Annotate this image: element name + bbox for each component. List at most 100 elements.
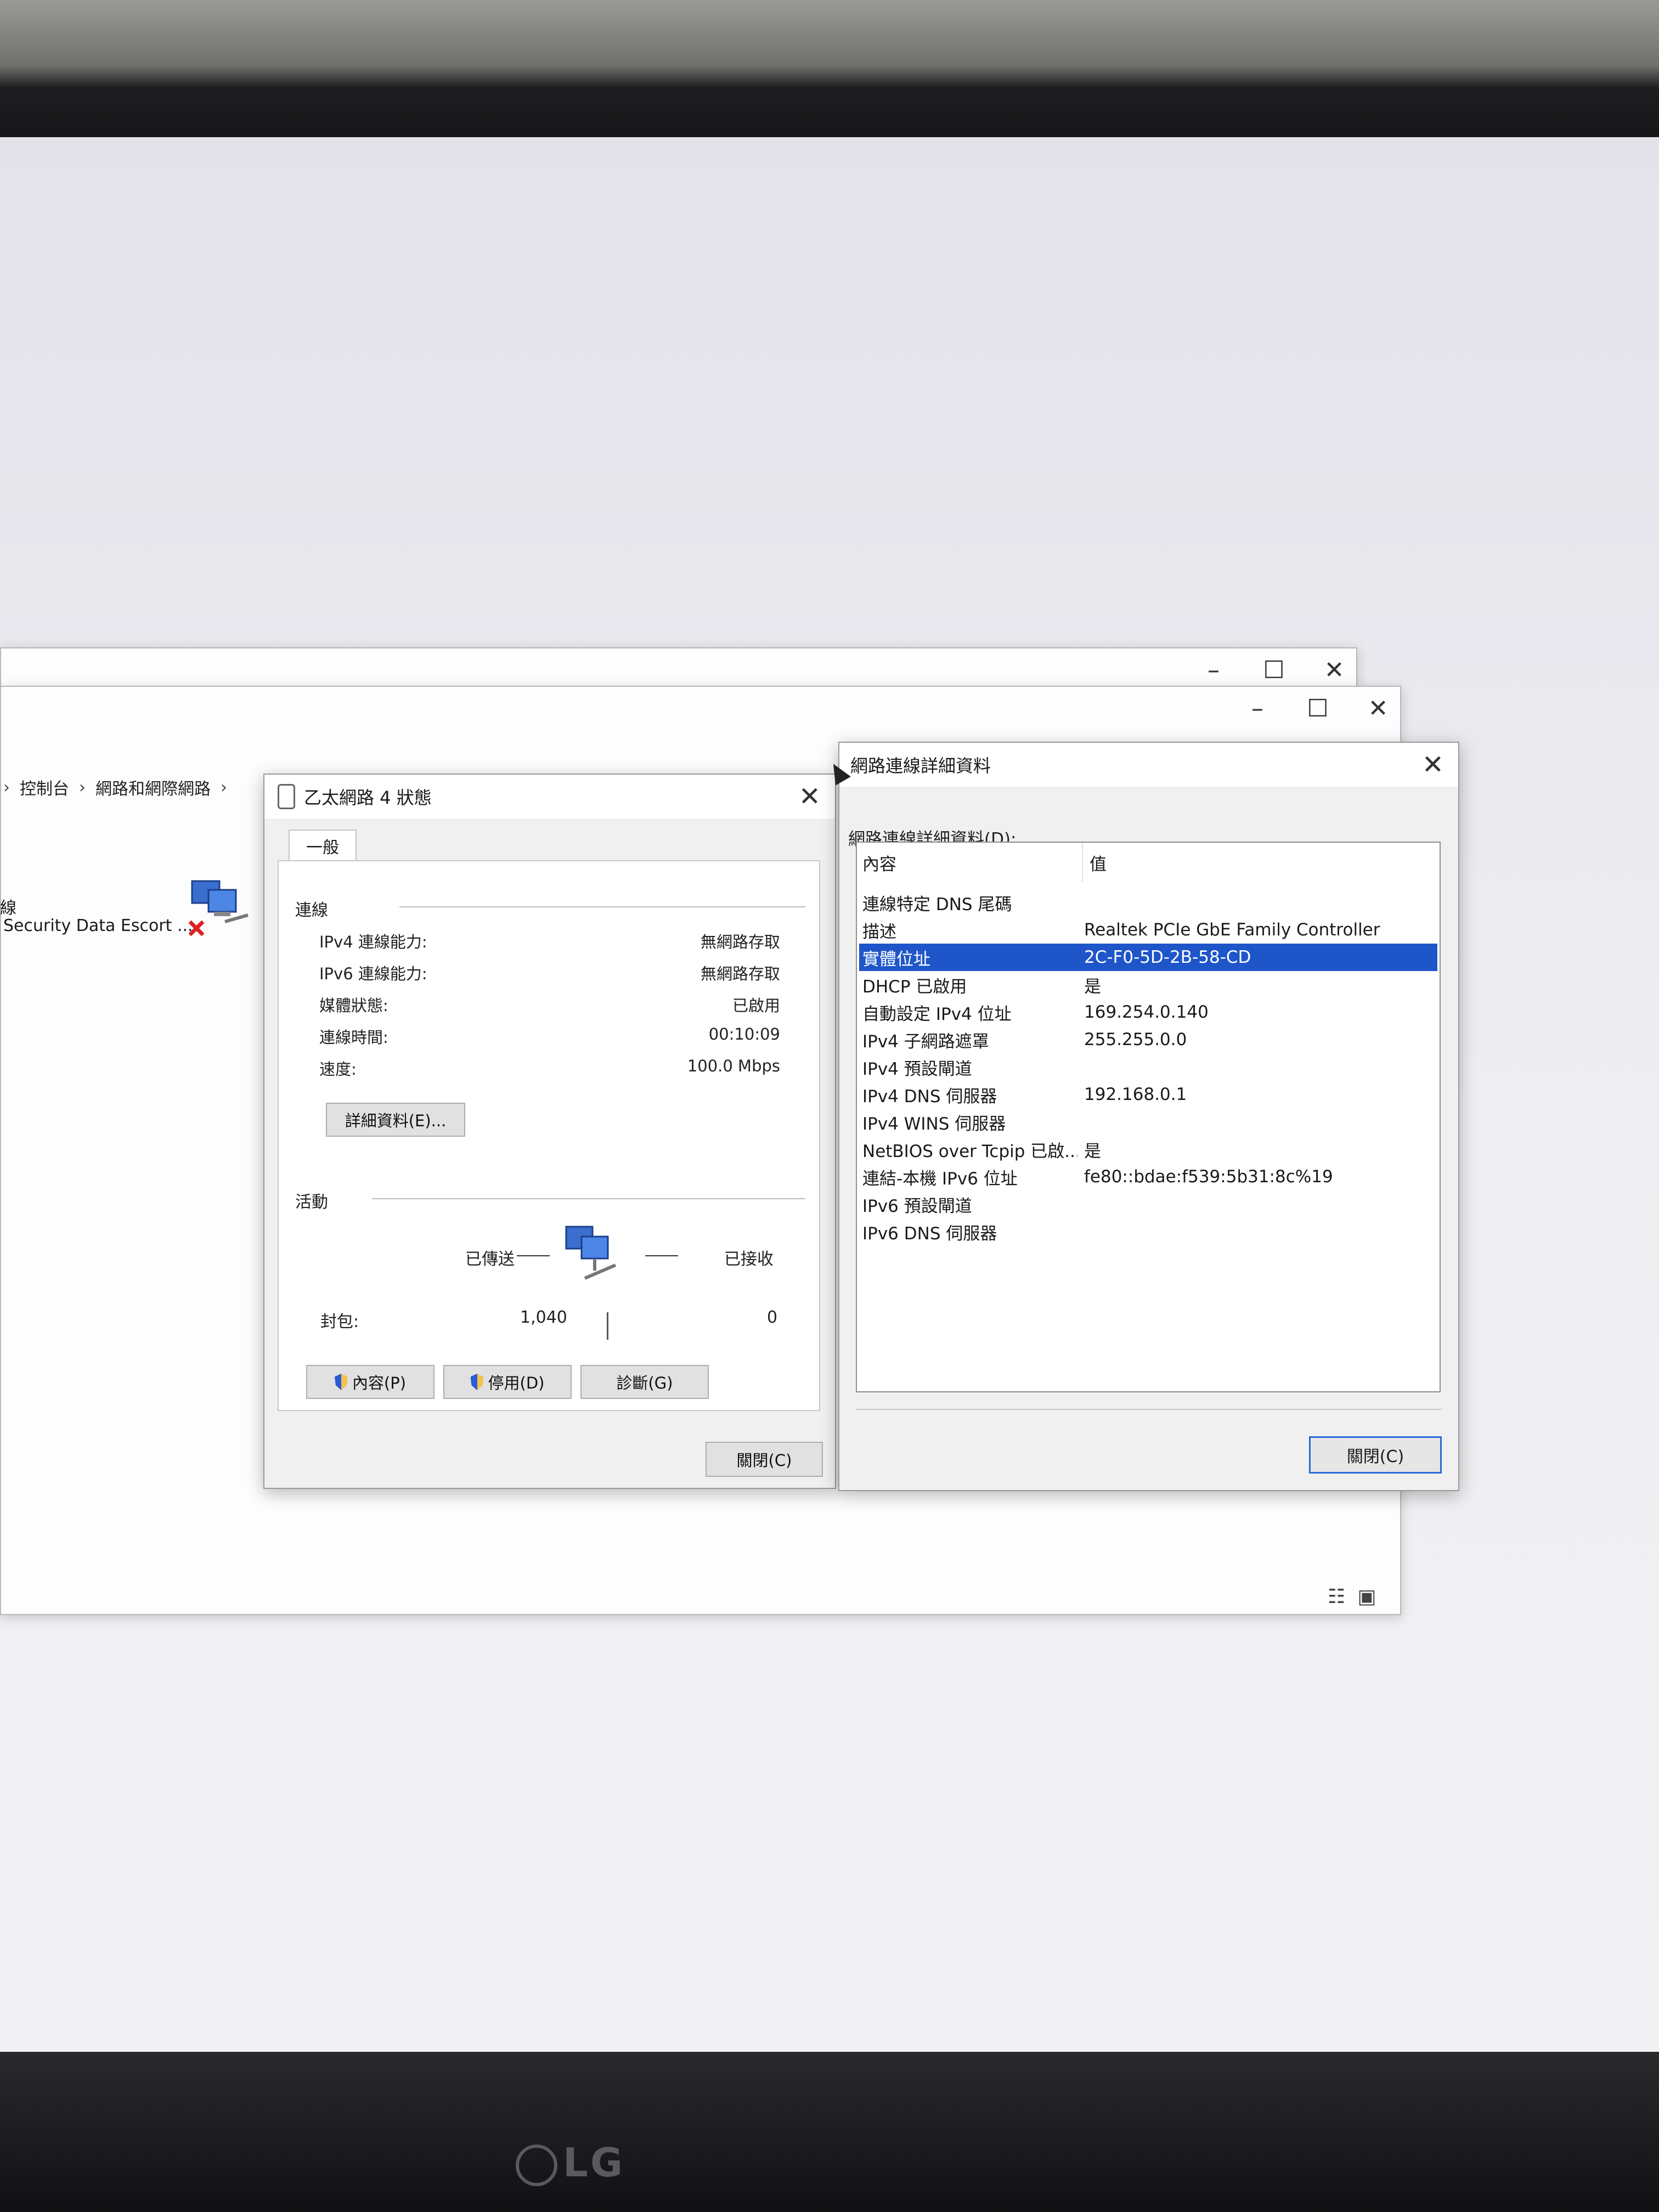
duration-row: 連線時間: 00:10:09 — [319, 1025, 780, 1048]
button-label: 停用(D) — [488, 1374, 545, 1392]
tab-general[interactable]: 一般 — [289, 830, 357, 861]
column-header-property[interactable]: 內容 — [857, 843, 1083, 882]
ipv4-connectivity-row: IPv4 連線能力: 無網路存取 — [319, 929, 780, 952]
row-value: 100.0 Mbps — [687, 1057, 780, 1075]
breadcrumb-network-internet[interactable]: 網路和網際網路 — [95, 775, 211, 799]
activity-divider — [607, 1312, 608, 1340]
row-label: IPv4 連線能力: — [319, 933, 427, 951]
monitor-bottom-bezel — [0, 2052, 1659, 2212]
property-cell: IPv4 預設閘道 — [862, 1059, 972, 1079]
packets-received-value: 0 — [767, 1308, 778, 1327]
value-cell: 2C-F0-5D-2B-58-CD — [1084, 947, 1251, 967]
properties-button[interactable]: 內容(P) — [306, 1365, 435, 1399]
large-icons-view-icon[interactable]: ▣ — [1357, 1585, 1376, 1608]
chevron-right-icon: › — [79, 777, 86, 797]
breadcrumb: › 控制台 › 網路和網際網路 › — [0, 768, 289, 806]
value-cell: 是 — [1084, 977, 1101, 997]
divider — [399, 906, 805, 907]
close-icon[interactable]: ✕ — [1422, 749, 1444, 780]
dialog-title: 乙太網路 4 狀態 — [304, 787, 432, 808]
ethernet-status-dialog: 乙太網路 4 狀態 ✕ 一般 連線 IPv4 連線能力: 無網路存取 IPv6 … — [263, 774, 836, 1489]
property-cell: IPv4 子網路遮罩 — [862, 1031, 989, 1052]
ipv6-connectivity-row: IPv6 連線能力: 無網路存取 — [319, 961, 780, 984]
list-header: 內容 值 — [857, 843, 1440, 882]
details-list[interactable]: 內容 值 連線特定 DNS 尾碼 描述 Realtek PCIe GbE Fam… — [856, 842, 1441, 1392]
list-item[interactable]: 自動設定 IPv4 位址 169.254.0.140 — [859, 998, 1437, 1026]
packets-sent-value: 1,040 — [520, 1308, 567, 1327]
monitor-top-bezel — [0, 0, 1659, 148]
column-header-value[interactable]: 值 — [1083, 843, 1107, 882]
details-view-icon[interactable]: ☷ — [1328, 1585, 1345, 1608]
list-item[interactable]: IPv6 預設閘道 — [859, 1190, 1437, 1218]
property-cell: 連結-本機 IPv6 位址 — [862, 1169, 1018, 1189]
received-line — [645, 1255, 678, 1256]
network-disconnected-icon — [188, 880, 249, 936]
list-item[interactable]: IPv4 WINS 伺服器 — [859, 1108, 1437, 1136]
value-cell: 255.255.0.0 — [1084, 1030, 1187, 1049]
list-item[interactable]: DHCP 已啟用 是 — [859, 971, 1437, 998]
list-item[interactable]: 連線特定 DNS 尾碼 — [859, 889, 1437, 916]
property-cell: 實體位址 — [862, 949, 930, 969]
list-item[interactable]: IPv4 預設閘道 — [859, 1053, 1437, 1081]
close-icon[interactable]: ✕ — [1367, 695, 1389, 723]
packets-label: 封包: — [320, 1312, 359, 1331]
divider — [856, 1409, 1442, 1410]
minimize-icon[interactable]: – — [1203, 656, 1224, 684]
tab-bar: 一般 — [264, 830, 835, 861]
network-details-dialog: 網路連線詳細資料 ✕ 網路連線詳細資料(D): 內容 值 連線特定 DNS 尾碼… — [838, 742, 1459, 1491]
media-state-row: 媒體狀態: 已啟用 — [319, 993, 780, 1016]
adapter-name: 線 — [0, 899, 16, 918]
dialog-titlebar: 網路連線詳細資料 ✕ — [839, 743, 1458, 787]
maximize-icon[interactable]: ☐ — [1263, 656, 1285, 684]
minimize-icon[interactable]: – — [1246, 695, 1268, 723]
activity-group-label: 活動 — [295, 1193, 328, 1212]
property-cell: DHCP 已啟用 — [862, 977, 967, 997]
list-item[interactable]: 描述 Realtek PCIe GbE Family Controller — [859, 916, 1437, 944]
row-label: 速度: — [319, 1060, 357, 1079]
property-cell: NetBIOS over Tcpip 已啟... — [862, 1141, 1077, 1161]
value-cell: fe80::bdae:f539:5b31:8c%19 — [1084, 1167, 1333, 1187]
list-item[interactable]: 連結-本機 IPv6 位址 fe80::bdae:f539:5b31:8c%19 — [859, 1163, 1437, 1190]
close-icon[interactable]: ✕ — [1323, 656, 1345, 684]
brand-text: LG — [563, 2140, 625, 2186]
received-label: 已接收 — [724, 1250, 774, 1269]
value-cell: 是 — [1084, 1141, 1101, 1161]
details-button[interactable]: 詳細資料(E)... — [326, 1103, 465, 1137]
chevron-right-icon: › — [3, 777, 10, 797]
general-panel: 連線 IPv4 連線能力: 無網路存取 IPv6 連線能力: 無網路存取 媒體狀… — [278, 860, 820, 1411]
dialog-titlebar: 乙太網路 4 狀態 ✕ — [264, 775, 835, 819]
property-cell: IPv6 DNS 伺服器 — [862, 1223, 997, 1244]
list-item[interactable]: IPv4 DNS 伺服器 192.168.0.1 — [859, 1081, 1437, 1108]
close-icon[interactable]: ✕ — [799, 781, 821, 812]
breadcrumb-control-panel[interactable]: 控制台 — [20, 775, 69, 799]
dialog-title: 網路連線詳細資料 — [850, 755, 991, 776]
monitor-logo: LG — [516, 2140, 625, 2187]
row-value: 無網路存取 — [700, 933, 780, 951]
speed-row: 速度: 100.0 Mbps — [319, 1057, 780, 1080]
value-cell: Realtek PCIe GbE Family Controller — [1084, 920, 1380, 940]
caption-buttons: – ☐ ✕ — [1246, 695, 1389, 723]
list-item[interactable]: IPv4 子網路遮罩 255.255.0.0 — [859, 1026, 1437, 1053]
diagnose-button[interactable]: 診斷(G) — [580, 1365, 709, 1399]
lg-logo-icon — [516, 2145, 557, 2187]
row-value: 已啟用 — [732, 996, 780, 1015]
connection-group-label: 連線 — [295, 901, 328, 920]
sent-line — [517, 1255, 550, 1256]
uac-shield-icon — [334, 1374, 348, 1390]
maximize-icon[interactable]: ☐ — [1307, 695, 1329, 723]
disable-button[interactable]: 停用(D) — [443, 1365, 572, 1399]
list-item-selected[interactable]: 實體位址 2C-F0-5D-2B-58-CD — [859, 944, 1437, 971]
divider — [372, 1198, 805, 1199]
list-item[interactable]: IPv6 DNS 伺服器 — [859, 1218, 1437, 1245]
network-adapter-item[interactable]: 線 Security Data Escort ... — [0, 878, 258, 955]
row-label: 媒體狀態: — [319, 996, 388, 1015]
property-cell: IPv6 預設閘道 — [862, 1196, 972, 1216]
caption-buttons: – ☐ ✕ — [1203, 656, 1345, 684]
button-label: 內容(P) — [352, 1374, 407, 1392]
close-button[interactable]: 關閉(C) — [706, 1442, 823, 1477]
property-cell: IPv4 DNS 伺服器 — [862, 1086, 997, 1107]
sent-label: 已傳送 — [465, 1250, 515, 1269]
list-item[interactable]: NetBIOS over Tcpip 已啟... 是 — [859, 1136, 1437, 1163]
adapter-description: Security Data Escort ... — [3, 916, 193, 935]
close-button[interactable]: 關閉(C) — [1309, 1436, 1442, 1474]
